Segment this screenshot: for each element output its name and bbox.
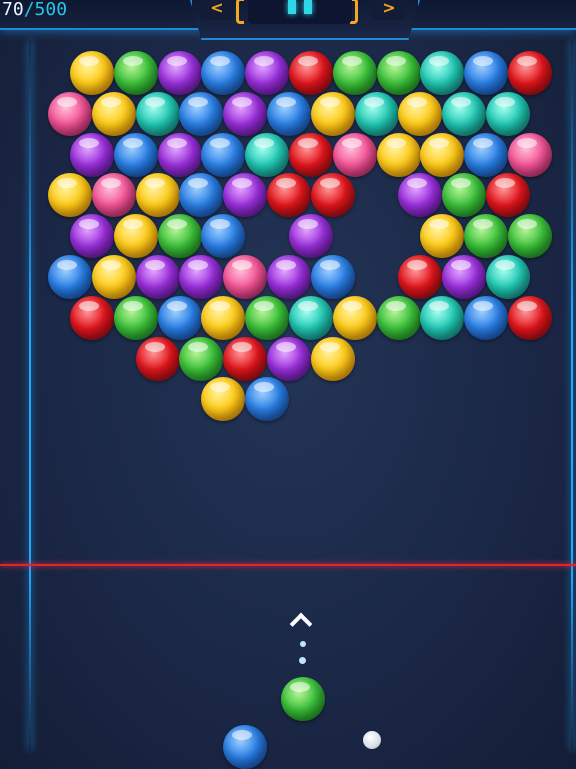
bubble-yellow — [70, 51, 114, 95]
bubble-purple — [245, 51, 290, 95]
bubble-yellow — [420, 132, 465, 177]
left-wall — [29, 40, 31, 750]
bracket-left-decoration — [236, 0, 244, 24]
bubble-yellow — [201, 295, 246, 340]
bubble-yellow — [420, 214, 465, 259]
current-score: 70 — [2, 0, 24, 20]
bubble-purple — [289, 214, 333, 259]
bubble-blue — [113, 132, 158, 177]
bubble-green — [442, 173, 487, 218]
bubble-purple — [157, 51, 202, 95]
bubble-green — [332, 51, 377, 95]
aim-dot — [299, 657, 306, 664]
bubble-purple — [157, 132, 202, 177]
bubble-purple — [267, 255, 311, 299]
bubble-red — [289, 132, 333, 177]
bubble-green — [245, 295, 290, 340]
bubble-teal — [420, 51, 465, 95]
bubble-blue — [464, 132, 509, 177]
bubble-blue — [179, 173, 224, 218]
bubble-red — [398, 255, 443, 299]
bubble-blue — [464, 295, 509, 340]
bubble-blue — [267, 91, 311, 136]
bubble-blue — [179, 91, 224, 136]
bubble-yellow — [310, 336, 355, 381]
aim-dot — [300, 641, 306, 647]
bubble-red — [486, 173, 530, 218]
bubble-teal — [135, 91, 180, 136]
bubble-green — [179, 336, 224, 381]
bubble-yellow — [91, 91, 136, 136]
pause-button[interactable] — [248, 0, 352, 24]
bubble-red — [310, 173, 355, 218]
bubble-green — [508, 214, 552, 259]
bubble-purple — [70, 214, 114, 259]
bubble-pink — [48, 91, 92, 136]
bubble-green — [113, 295, 158, 340]
bubble-purple — [179, 255, 224, 299]
chevron-right-icon: > — [372, 0, 406, 20]
bubble-pink — [508, 132, 552, 177]
bubble-green — [376, 295, 421, 340]
bubble-teal — [289, 295, 333, 340]
bubble-teal — [245, 132, 290, 177]
bubble-yellow — [113, 214, 158, 259]
bubble-red — [508, 295, 552, 340]
bubble-blue — [201, 51, 246, 95]
bubble-green — [376, 51, 421, 95]
bubble-yellow — [310, 91, 355, 136]
target-score: 500 — [34, 0, 68, 20]
bubble-yellow — [135, 173, 180, 218]
bubble-red — [289, 51, 333, 95]
bubble-blue — [310, 255, 355, 299]
bubble-green — [464, 214, 509, 259]
bubble-teal — [420, 295, 465, 340]
bubble-yellow — [376, 132, 421, 177]
bubble-pink — [223, 255, 268, 299]
bubble-teal — [486, 255, 530, 299]
bubble-teal — [354, 91, 399, 136]
bubble-red — [508, 51, 552, 95]
bubble-yellow — [398, 91, 443, 136]
pause-icon — [288, 0, 296, 14]
bubble-yellow — [91, 255, 136, 299]
bubble-green — [157, 214, 202, 259]
chevron-left-icon: < — [200, 0, 234, 20]
bubble-red — [223, 336, 268, 381]
bubble-purple — [267, 336, 311, 381]
bubble-green — [113, 51, 158, 95]
chevron-up-icon — [289, 612, 313, 636]
bubble-yellow — [201, 377, 246, 422]
bubble-blue — [201, 214, 246, 259]
bubble-red — [70, 295, 114, 340]
bubble-pink — [332, 132, 377, 177]
bubble-teal — [486, 91, 530, 136]
bubble-red — [267, 173, 311, 218]
game-screen[interactable]: 70/500 < > — [0, 0, 576, 769]
bubble-purple — [135, 255, 180, 299]
score-separator: / — [23, 0, 35, 20]
bubble-blue — [245, 377, 290, 422]
swap-ball[interactable] — [363, 731, 381, 749]
bubble-red — [135, 336, 180, 381]
bubble-purple — [223, 173, 268, 218]
bubble-yellow — [332, 295, 377, 340]
score-display: 70/500 — [2, 0, 67, 24]
next-bubble[interactable] — [223, 725, 267, 769]
bubble-purple — [223, 91, 268, 136]
right-wall — [571, 40, 573, 750]
bubble-pink — [91, 173, 136, 218]
bubble-blue — [464, 51, 509, 95]
shooter-bubble[interactable] — [281, 677, 325, 721]
bubble-blue — [48, 255, 92, 299]
bubble-blue — [201, 132, 246, 177]
bubble-purple — [398, 173, 443, 218]
pause-icon-bar — [304, 0, 312, 14]
bubble-yellow — [48, 173, 92, 218]
bubble-blue — [157, 295, 202, 340]
bubble-purple — [442, 255, 487, 299]
bubble-teal — [442, 91, 487, 136]
danger-line — [0, 564, 576, 566]
bubble-purple — [70, 132, 114, 177]
